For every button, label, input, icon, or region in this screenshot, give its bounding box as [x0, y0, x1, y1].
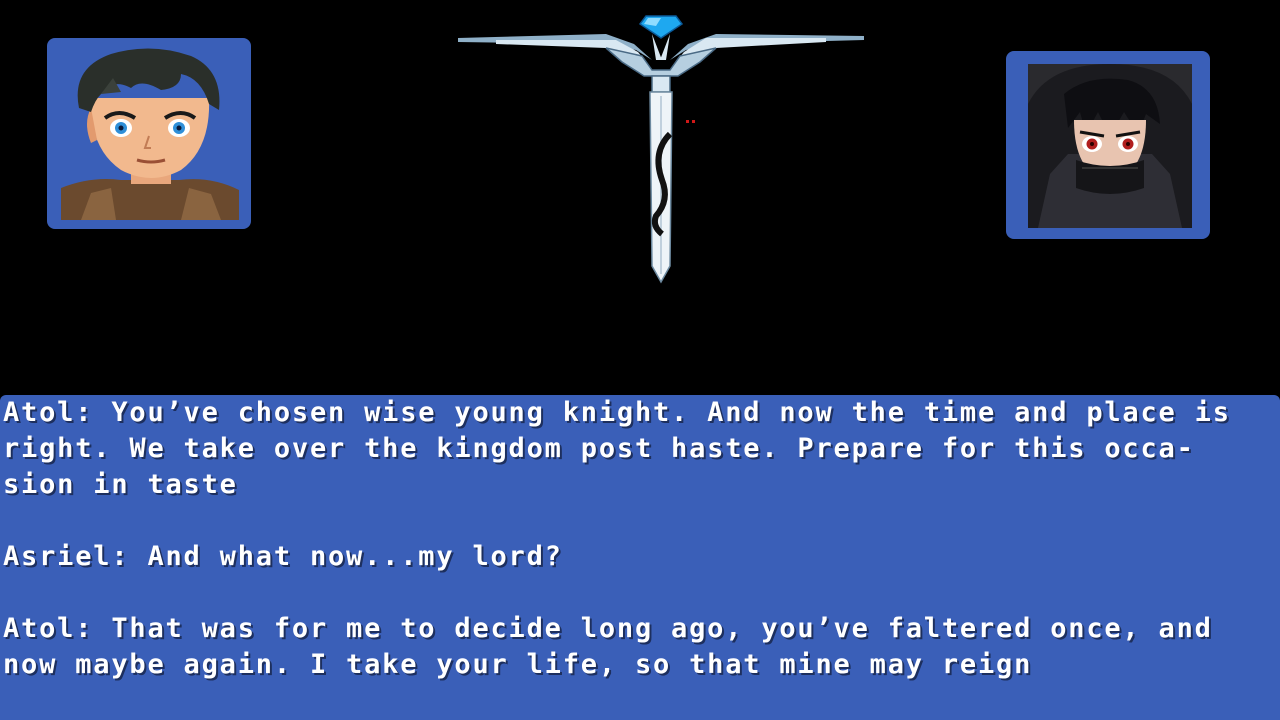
dialogue-line: now maybe again. I take your life, so th…	[3, 649, 1033, 680]
dialogue-line: Atol: You’ve chosen wise young knight. A…	[3, 397, 1231, 428]
game-scene: Atol: You’ve chosen wise young knight. A…	[0, 0, 1280, 720]
young-knight-portrait	[61, 48, 239, 220]
dialogue-line: sion in taste	[3, 469, 238, 500]
hooded-dark-lord-portrait	[1028, 64, 1192, 228]
right-portrait-frame	[1006, 51, 1210, 239]
winged-sword-sprite	[456, 4, 866, 286]
dialogue-line: Asriel: And what now...my lord?	[3, 541, 563, 572]
left-portrait-frame	[47, 38, 251, 229]
dialogue-line: Atol: That was for me to decide long ago…	[3, 613, 1213, 644]
dialogue-box[interactable]: Atol: You’ve chosen wise young knight. A…	[0, 395, 1280, 720]
dialogue-line: right. We take over the kingdom post has…	[3, 433, 1195, 464]
